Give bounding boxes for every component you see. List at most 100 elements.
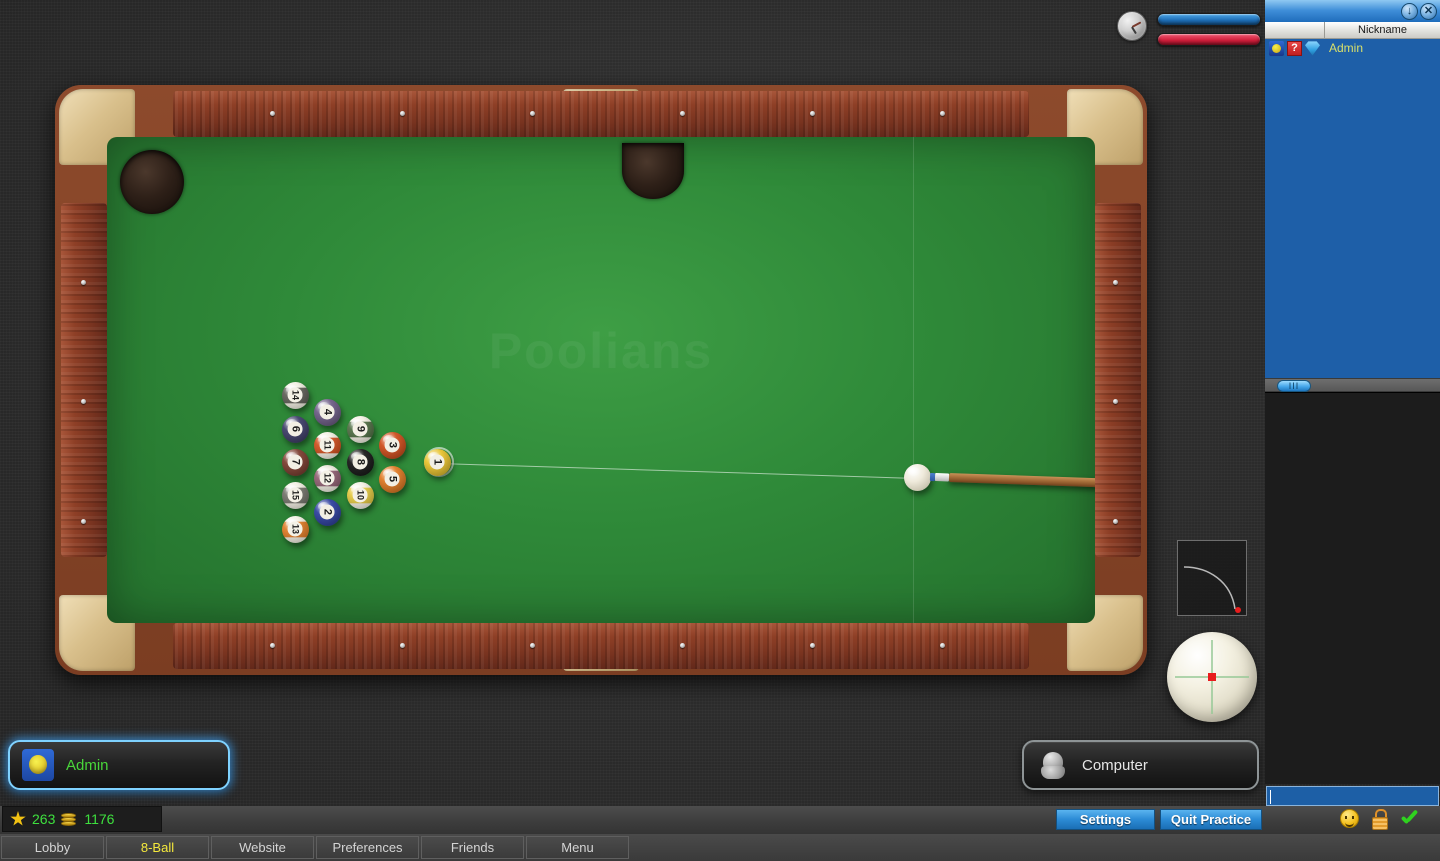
rail-sight (530, 111, 535, 116)
rail-sight (81, 399, 86, 404)
rail-sight (810, 643, 815, 648)
ball-number: 1 (429, 454, 445, 470)
cue-tip (929, 473, 935, 482)
rail-sight (530, 643, 535, 648)
nav-tab-menu[interactable]: Menu (526, 836, 629, 859)
player-avatar-icon (22, 749, 54, 781)
rail-sight (270, 643, 275, 648)
ball-number: 7 (287, 454, 303, 470)
watermark-text: Poolians (488, 322, 714, 379)
ball-number: 8 (352, 454, 368, 470)
ball-10: 10 (346, 481, 374, 509)
player-list-row[interactable]: ? Admin (1265, 39, 1440, 57)
ball-7: 7 (281, 448, 309, 476)
ball-3: 3 (378, 431, 406, 459)
action-bar: 263 1176 Settings Quit Practice (0, 806, 1440, 834)
coin-count-label: 1176 (84, 811, 115, 827)
table-rail-bottom (173, 623, 1029, 669)
cue-stick[interactable] (948, 473, 1095, 495)
rail-sight (270, 111, 275, 116)
ball-11: 11 (313, 431, 341, 459)
cue-ball (903, 463, 931, 491)
ball-number: 11 (319, 437, 335, 453)
ball-9: 9 (346, 415, 374, 443)
game-area: Poolians 1 3 5 8 9 10 2 12 4 11 14 6 7 15 13 (0, 0, 1265, 806)
clock-icon (1117, 11, 1147, 41)
robot-avatar-icon (1036, 748, 1070, 782)
rail-sight (81, 519, 86, 524)
column-header-nickname[interactable]: Nickname (1325, 24, 1440, 36)
question-glyph: ? (1291, 41, 1298, 54)
ball-13: 13 (281, 515, 309, 543)
nav-tab-preferences[interactable]: Preferences (316, 836, 419, 859)
rail-sight (1113, 399, 1118, 404)
star-icon (10, 811, 26, 826)
ball-number: 6 (287, 421, 303, 437)
shot-curve-box[interactable] (1177, 540, 1247, 616)
player-nameplate-opponent[interactable]: Computer (1022, 740, 1259, 790)
ball-number: 14 (287, 387, 303, 403)
table-rail-top (173, 91, 1029, 137)
poolians-game-window: Poolians 1 3 5 8 9 10 2 12 4 11 14 6 7 15 13 (0, 0, 1440, 861)
rail-sight (940, 111, 945, 116)
rail-sight (1113, 519, 1118, 524)
nav-tab-website[interactable]: Website (211, 836, 314, 859)
avatar-face-icon (1269, 40, 1284, 56)
ball-14: 14 (281, 381, 309, 409)
column-header-icons[interactable] (1265, 22, 1325, 38)
player-list-nickname: Admin (1329, 41, 1364, 55)
panel-titlebar: ↓ ✕ (1265, 0, 1440, 22)
ball-4: 4 (313, 398, 341, 426)
ball-number: 5 (384, 471, 400, 487)
aim-line (438, 463, 917, 479)
curve-control-dot[interactable] (1234, 606, 1241, 613)
rail-sight (940, 643, 945, 648)
ball-6: 6 (281, 415, 309, 443)
rail-sight (81, 280, 86, 285)
ball-12: 12 (313, 464, 341, 492)
star-count-label: 263 (32, 811, 56, 827)
close-button[interactable]: ✕ (1420, 2, 1437, 20)
curve-path-icon (1183, 566, 1236, 610)
lock-icon[interactable] (1371, 809, 1388, 830)
player-nameplate-local[interactable]: Admin (8, 740, 230, 790)
cue-ferrule (934, 473, 949, 482)
ball-number: 15 (287, 487, 303, 503)
nav-tab-8-ball[interactable]: 8-Ball (106, 836, 209, 859)
spin-control-ball[interactable] (1167, 632, 1257, 722)
ball-5: 5 (378, 465, 406, 493)
chat-tools (1340, 809, 1419, 830)
rail-sight (680, 111, 685, 116)
ball-number: 10 (352, 487, 368, 503)
question-badge-icon[interactable]: ? (1287, 40, 1302, 56)
quit-practice-button[interactable]: Quit Practice (1160, 809, 1262, 830)
ball-2: 2 (313, 498, 341, 526)
pool-table[interactable]: Poolians 1 3 5 8 9 10 2 12 4 11 14 6 7 15 13 (55, 85, 1147, 675)
smiley-icon[interactable] (1340, 809, 1359, 828)
players-list[interactable]: ? Admin (1265, 39, 1440, 378)
opponent-name-label: Computer (1082, 756, 1148, 774)
ball-number: 3 (384, 437, 400, 453)
ball-highlight (908, 466, 920, 476)
players-table-header: Nickname (1265, 22, 1440, 39)
timer-bar-blue (1157, 13, 1261, 26)
scrollbar-thumb[interactable]: III (1277, 380, 1311, 392)
chat-input[interactable] (1266, 786, 1439, 806)
chat-log[interactable] (1265, 392, 1440, 784)
players-list-horizontal-scrollbar[interactable]: III (1265, 378, 1440, 392)
nav-tab-friends[interactable]: Friends (421, 836, 524, 859)
check-icon[interactable] (1399, 809, 1419, 828)
timer-bar-red (1157, 33, 1261, 46)
minimize-to-tray-button[interactable]: ↓ (1401, 2, 1418, 20)
turn-timer-group (1117, 8, 1262, 48)
rail-sight (1113, 280, 1118, 285)
chat-input-caret (1270, 790, 1271, 804)
ball-15: 15 (281, 481, 309, 509)
table-felt[interactable]: Poolians 1 3 5 8 9 10 2 12 4 11 14 6 7 15 13 (107, 137, 1095, 623)
stats-box: 263 1176 (2, 806, 162, 832)
gem-icon (1305, 41, 1320, 56)
nav-tab-lobby[interactable]: Lobby (1, 836, 104, 859)
spin-control-dot[interactable] (1208, 673, 1216, 681)
settings-button[interactable]: Settings (1056, 809, 1155, 830)
player-name-label: Admin (66, 756, 109, 774)
